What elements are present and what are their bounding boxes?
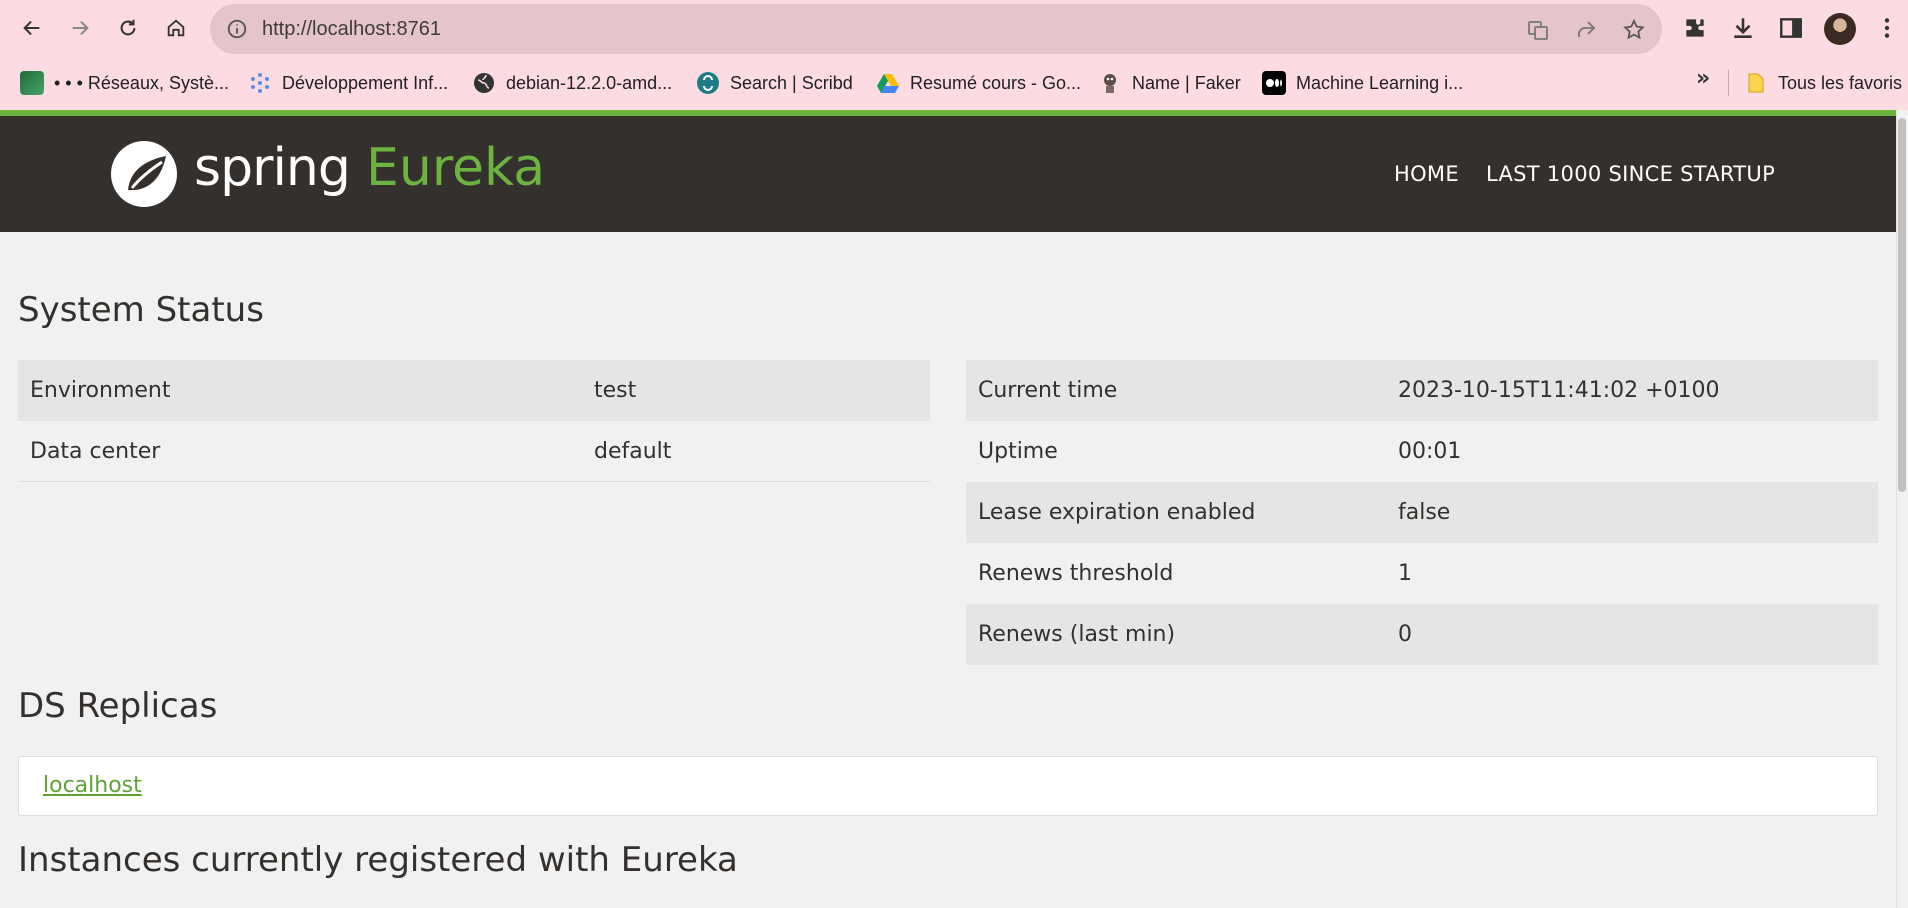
system-status-left-table: Environment test Data center default	[18, 360, 930, 482]
eureka-page: spring Eureka HOME LAST 1000 SINCE START…	[0, 110, 1908, 908]
system-status-heading: System Status	[18, 290, 264, 330]
url-text[interactable]: http://localhost:8761	[262, 4, 441, 54]
forward-arrow-icon	[72, 20, 89, 36]
browser-toolbar: http://localhost:8761	[0, 0, 1908, 58]
status-value: 0	[1398, 622, 1412, 647]
table-row: Renews threshold 1	[966, 543, 1878, 604]
site-info-icon[interactable]	[226, 18, 248, 40]
instances-heading: Instances currently registered with Eure…	[18, 840, 738, 880]
share-icon[interactable]	[1574, 18, 1598, 42]
bookmark-label: Resumé cours - Go...	[910, 72, 1082, 93]
google-drive-icon	[876, 71, 900, 95]
bookmark-label: • • • Réseaux, Systè...	[54, 72, 229, 93]
status-key: Lease expiration enabled	[978, 500, 1256, 525]
side-panel-icon[interactable]	[1778, 15, 1804, 41]
more-bookmarks-button[interactable]: »	[1696, 66, 1710, 91]
bookmark-star-icon[interactable]	[1622, 18, 1646, 42]
browser-chrome: http://localhost:8761 • • • Réseaux, Sys…	[0, 0, 1908, 110]
status-key: Renews threshold	[978, 561, 1174, 586]
extensions-puzzle-icon[interactable]	[1682, 15, 1708, 41]
faker-mascot-icon	[1098, 71, 1122, 95]
nav-last1000-link[interactable]: LAST 1000 SINCE STARTUP	[1486, 162, 1775, 186]
home-button[interactable]	[158, 10, 194, 46]
nav-home-link[interactable]: HOME	[1394, 162, 1459, 186]
bookmark-item[interactable]: Développement Inf...	[248, 68, 448, 98]
bookmark-item[interactable]: Resumé cours - Go...	[876, 68, 1081, 98]
scrollbar-thumb[interactable]	[1898, 118, 1906, 492]
logo-eureka-text[interactable]: Eureka	[366, 138, 545, 198]
menu-kebab-icon[interactable]	[1874, 15, 1900, 41]
table-row: Environment test	[18, 360, 930, 421]
table-row: Current time 2023-10-15T11:41:02 +0100	[966, 360, 1878, 421]
ds-replicas-heading: DS Replicas	[18, 686, 218, 726]
bookmark-item[interactable]: Machine Learning i...	[1262, 68, 1463, 98]
bookmark-label: Name | Faker	[1132, 72, 1241, 93]
bookmark-item[interactable]: debian-12.2.0-amd...	[472, 68, 672, 98]
bookmark-label: debian-12.2.0-amd...	[506, 72, 673, 93]
status-key: Current time	[978, 378, 1118, 403]
globe-icon	[472, 71, 496, 95]
status-key: Data center	[30, 439, 161, 464]
status-key: Renews (last min)	[978, 622, 1176, 647]
all-bookmarks-folder[interactable]: Tous les favoris	[1744, 68, 1902, 98]
table-row: Lease expiration enabled false	[966, 482, 1878, 543]
status-value: false	[1398, 500, 1451, 525]
spring-leaf-logo-icon[interactable]	[110, 140, 178, 208]
bookmarks-divider	[1728, 70, 1729, 96]
bookmark-item[interactable]: • • • Réseaux, Systè...	[20, 68, 229, 98]
navbar: spring Eureka HOME LAST 1000 SINCE START…	[0, 116, 1896, 232]
bookmark-label: Search | Scribd	[730, 72, 853, 93]
back-button[interactable]	[14, 10, 50, 46]
reload-icon	[120, 19, 136, 36]
home-icon	[167, 19, 185, 37]
status-value: 00:01	[1398, 439, 1462, 464]
reload-button[interactable]	[110, 10, 146, 46]
translate-icon[interactable]	[1526, 18, 1550, 42]
address-bar[interactable]: http://localhost:8761	[210, 4, 1662, 54]
scribd-icon	[696, 71, 720, 95]
status-key: Environment	[30, 378, 171, 403]
table-row: Renews (last min) 0	[966, 604, 1878, 665]
logo-spring-text[interactable]: spring	[194, 138, 351, 198]
status-value: default	[594, 439, 672, 464]
bookmark-label: Machine Learning i...	[1296, 72, 1464, 93]
network-thumbnail-icon	[20, 71, 44, 95]
status-value: 2023-10-15T11:41:02 +0100	[1398, 378, 1720, 403]
download-icon[interactable]	[1730, 15, 1756, 41]
bookmark-item[interactable]: Name | Faker	[1098, 68, 1241, 98]
folder-icon	[1744, 71, 1768, 95]
status-key: Uptime	[978, 439, 1058, 464]
table-row: Uptime 00:01	[966, 421, 1878, 482]
table-row: Data center default	[18, 421, 930, 482]
status-value: test	[594, 378, 637, 403]
replica-localhost-link[interactable]: localhost	[43, 757, 142, 815]
bookmark-label: Développement Inf...	[282, 72, 449, 93]
bookmark-label: Tous les favoris	[1778, 72, 1903, 93]
profile-avatar[interactable]	[1824, 13, 1856, 45]
system-status-right-table: Current time 2023-10-15T11:41:02 +0100 U…	[966, 360, 1878, 665]
status-value: 1	[1398, 561, 1412, 586]
bookmarks-bar: • • • Réseaux, Systè... Développement In…	[0, 58, 1908, 108]
back-arrow-icon	[23, 20, 40, 36]
medium-icon	[1262, 71, 1286, 95]
dev-sparkle-icon	[248, 71, 272, 95]
bookmark-item[interactable]: Search | Scribd	[696, 68, 853, 98]
ds-replicas-panel: localhost	[18, 756, 1878, 816]
forward-button[interactable]	[62, 10, 98, 46]
